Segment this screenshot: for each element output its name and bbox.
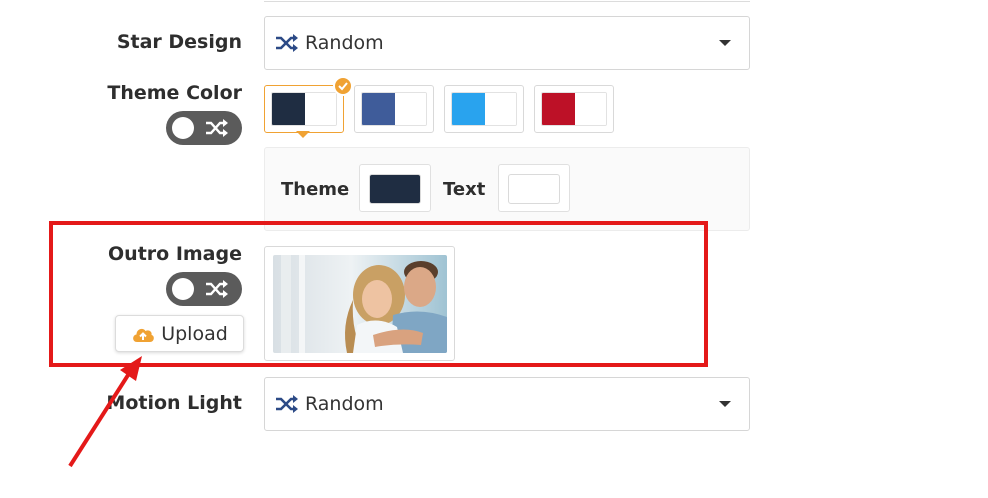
check-icon — [333, 76, 353, 96]
text-color-picker-label: Text — [443, 179, 486, 200]
annotation-arrow-icon — [68, 356, 142, 468]
star-design-select[interactable]: Random — [264, 16, 750, 70]
highlight-annotation-box — [49, 221, 708, 367]
theme-color-label: Theme Color — [107, 82, 242, 104]
toggle-knob — [172, 117, 194, 139]
shuffle-icon — [276, 395, 298, 413]
star-design-label: Star Design — [116, 31, 242, 53]
theme-swatch-sky[interactable] — [444, 85, 524, 133]
theme-swatch-blue[interactable] — [354, 85, 434, 133]
previous-field-border — [264, 0, 750, 2]
shuffle-icon — [276, 34, 298, 52]
motion-light-select[interactable]: Random — [264, 377, 750, 431]
motion-light-value: Random — [305, 393, 384, 415]
shuffle-icon — [206, 119, 228, 137]
text-color-picker[interactable] — [498, 164, 570, 212]
chevron-down-icon — [719, 40, 731, 46]
theme-color-random-toggle[interactable] — [166, 111, 242, 145]
theme-color-picker-label: Theme — [281, 179, 350, 200]
theme-swatch-navy[interactable] — [264, 85, 344, 133]
theme-swatch-red[interactable] — [534, 85, 614, 133]
star-design-value: Random — [305, 32, 384, 54]
theme-color-picker[interactable] — [359, 164, 431, 212]
selected-pointer-icon — [296, 131, 310, 138]
chevron-down-icon — [719, 401, 731, 407]
